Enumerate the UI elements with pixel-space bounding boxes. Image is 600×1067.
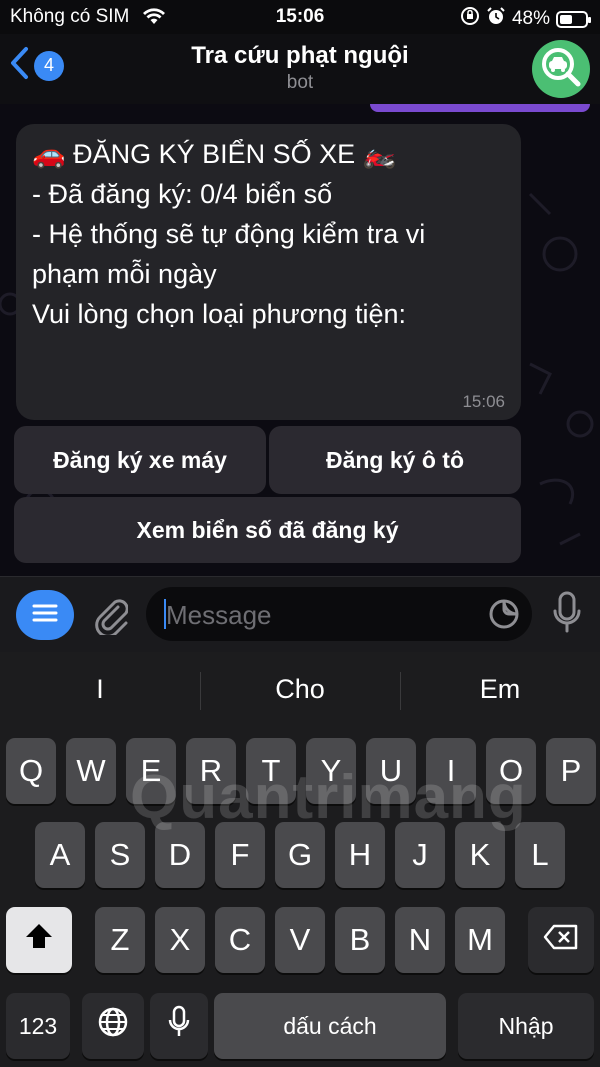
dictation-key[interactable] xyxy=(150,993,208,1059)
key-m[interactable]: M xyxy=(455,907,505,973)
message-line: - Đã đăng ký: 0/4 biển số xyxy=(32,179,333,209)
bot-message-bubble[interactable]: 🚗 ĐĂNG KÝ BIỂN SỐ XE 🏍️ - Đã đăng ký: 0/… xyxy=(16,124,521,420)
message-input[interactable]: Message xyxy=(146,587,532,641)
microphone-icon[interactable] xyxy=(552,591,582,640)
suggestion-item[interactable]: Em xyxy=(400,674,600,705)
chat-area[interactable]: 🚗 ĐĂNG KÝ BIỂN SỐ XE 🏍️ - Đã đăng ký: 0/… xyxy=(0,104,600,576)
attach-icon[interactable] xyxy=(92,595,129,640)
suggestion-item[interactable]: Cho xyxy=(200,674,400,705)
space-key[interactable]: dấu cách xyxy=(214,993,446,1059)
key-v[interactable]: V xyxy=(275,907,325,973)
bot-avatar[interactable] xyxy=(532,40,590,98)
car-search-icon xyxy=(539,45,583,94)
message-line: phạm mỗi ngày xyxy=(32,259,217,289)
microphone-icon xyxy=(168,1005,190,1047)
shift-arrow-icon xyxy=(24,922,54,958)
watermark: Quantrimang xyxy=(130,763,527,832)
key-a[interactable]: A xyxy=(35,822,85,888)
key-c[interactable]: C xyxy=(215,907,265,973)
numbers-key[interactable]: 123 xyxy=(6,993,70,1059)
battery-icon xyxy=(556,10,591,28)
key-w[interactable]: W xyxy=(66,738,116,804)
shift-key[interactable] xyxy=(6,907,72,973)
chat-subtitle: bot xyxy=(286,72,314,93)
globe-icon xyxy=(97,1006,129,1046)
sticker-icon[interactable] xyxy=(488,598,520,635)
message-time: 15:06 xyxy=(462,392,505,411)
key-z[interactable]: Z xyxy=(95,907,145,973)
suggestion-item[interactable]: I xyxy=(0,674,200,705)
chat-header: 4 Tra cứu phạt nguội bot xyxy=(0,34,600,104)
sent-message-edge xyxy=(370,104,590,112)
suggestion-bar: I Cho Em xyxy=(0,652,600,732)
backspace-key[interactable] xyxy=(528,907,594,973)
alarm-icon xyxy=(486,6,506,32)
chat-title[interactable]: Tra cứu phạt nguội xyxy=(0,42,600,70)
key-p[interactable]: P xyxy=(546,738,596,804)
message-line: - Hệ thống sẽ tự động kiểm tra vi xyxy=(32,219,426,249)
view-registered-plates-button[interactable]: Xem biển số đã đăng ký xyxy=(14,497,521,563)
battery-percent: 48% xyxy=(511,8,550,29)
message-input-bar: Message xyxy=(0,576,600,653)
key-x[interactable]: X xyxy=(155,907,205,973)
key-n[interactable]: N xyxy=(395,907,445,973)
message-line: 🚗 ĐĂNG KÝ BIỂN SỐ XE 🏍️ xyxy=(32,139,397,169)
bot-menu-button[interactable] xyxy=(16,590,74,640)
key-q[interactable]: Q xyxy=(6,738,56,804)
key-b[interactable]: B xyxy=(335,907,385,973)
return-key[interactable]: Nhập xyxy=(458,993,594,1059)
message-line: Vui lòng chọn loại phương tiện: xyxy=(32,299,407,329)
message-placeholder: Message xyxy=(166,600,272,630)
register-car-button[interactable]: Đăng ký ô tô xyxy=(269,426,521,494)
register-motorbike-button[interactable]: Đăng ký xe máy xyxy=(14,426,266,494)
orientation-lock-icon xyxy=(460,6,480,32)
delete-icon xyxy=(543,922,579,958)
menu-icon xyxy=(32,603,58,628)
status-bar: Không có SIM 15:06 48% xyxy=(0,0,600,34)
globe-key[interactable] xyxy=(82,993,144,1059)
